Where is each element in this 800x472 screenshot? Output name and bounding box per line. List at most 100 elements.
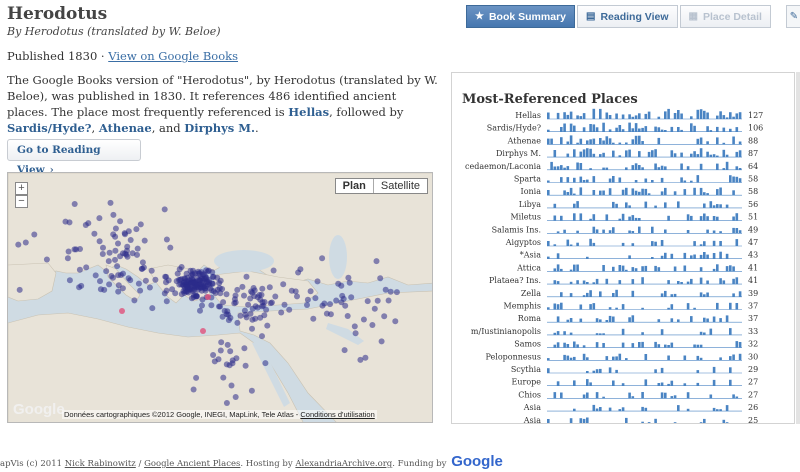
- place-marker[interactable]: [195, 268, 202, 275]
- place-marker[interactable]: [314, 278, 321, 285]
- place-label[interactable]: Plataea? Ins.: [489, 276, 541, 285]
- place-label[interactable]: Roma: [518, 314, 541, 323]
- place-marker[interactable]: [239, 283, 246, 290]
- place-marker[interactable]: [327, 301, 333, 308]
- place-marker[interactable]: [217, 347, 224, 354]
- place-marker[interactable]: [259, 333, 265, 340]
- place-marker[interactable]: [199, 296, 206, 303]
- place-marker[interactable]: [254, 304, 261, 311]
- place-marker[interactable]: [374, 297, 381, 304]
- place-marker[interactable]: [393, 289, 400, 296]
- place-marker[interactable]: [251, 287, 258, 294]
- map-type-plan[interactable]: Plan: [336, 179, 374, 193]
- place-marker[interactable]: [97, 286, 104, 293]
- edit-icon[interactable]: ✎: [786, 5, 800, 28]
- place-marker[interactable]: [304, 302, 310, 308]
- place-label[interactable]: Dirphys M.: [496, 149, 541, 158]
- place-marker[interactable]: [281, 301, 288, 308]
- place-link-dirphys[interactable]: Dirphys M.: [184, 121, 255, 135]
- place-sparkline[interactable]: [547, 148, 742, 158]
- place-marker[interactable]: [294, 293, 300, 300]
- place-marker[interactable]: [202, 285, 208, 292]
- tab-place-detail[interactable]: ▦ Place Detail: [679, 5, 771, 28]
- place-marker[interactable]: [163, 279, 169, 286]
- place-label[interactable]: Hellas: [515, 111, 541, 120]
- place-marker[interactable]: [234, 319, 241, 326]
- place-marker[interactable]: [310, 315, 317, 322]
- place-marker[interactable]: [261, 299, 268, 305]
- place-marker[interactable]: [137, 221, 144, 228]
- place-label[interactable]: Libya: [519, 200, 542, 209]
- place-marker[interactable]: [341, 347, 348, 354]
- place-marker[interactable]: [163, 236, 170, 243]
- place-marker[interactable]: [362, 354, 369, 361]
- place-marker[interactable]: [272, 293, 279, 300]
- place-marker[interactable]: [184, 284, 191, 291]
- place-sparkline[interactable]: [547, 264, 742, 272]
- place-marker[interactable]: [15, 241, 22, 248]
- place-marker[interactable]: [237, 312, 244, 319]
- place-marker[interactable]: [210, 273, 217, 280]
- place-marker[interactable]: [117, 272, 124, 278]
- place-marker[interactable]: [234, 286, 241, 293]
- place-label[interactable]: Salamis Ins.: [492, 225, 541, 234]
- place-marker[interactable]: [190, 386, 197, 393]
- place-marker[interactable]: [278, 309, 285, 316]
- place-sparkline[interactable]: [547, 404, 742, 412]
- place-marker[interactable]: [258, 291, 265, 298]
- place-marker[interactable]: [190, 267, 196, 274]
- place-marker[interactable]: [62, 218, 69, 225]
- place-marker[interactable]: [249, 316, 256, 323]
- place-marker[interactable]: [351, 323, 358, 330]
- place-marker[interactable]: [245, 301, 252, 308]
- place-marker[interactable]: [125, 275, 132, 282]
- place-marker[interactable]: [141, 237, 148, 244]
- place-marker[interactable]: [31, 231, 38, 238]
- place-sparkline[interactable]: [547, 175, 742, 183]
- place-marker[interactable]: [76, 284, 83, 291]
- place-link-athenae[interactable]: Athenae: [99, 121, 152, 135]
- place-marker[interactable]: [333, 297, 340, 304]
- place-marker[interactable]: [178, 264, 185, 270]
- place-marker[interactable]: [127, 237, 134, 243]
- place-marker[interactable]: [181, 290, 188, 296]
- google-books-link[interactable]: View on Google Books: [108, 49, 238, 63]
- place-marker[interactable]: [247, 295, 254, 302]
- place-marker[interactable]: [91, 230, 98, 237]
- place-label[interactable]: Europe: [512, 378, 542, 387]
- place-marker[interactable]: [228, 382, 235, 389]
- google-logo[interactable]: Google: [451, 453, 503, 470]
- place-sparkline[interactable]: [547, 161, 742, 171]
- place-sparkline[interactable]: [547, 341, 742, 348]
- place-marker[interactable]: [223, 361, 230, 368]
- place-marker[interactable]: [369, 322, 376, 328]
- terms-link[interactable]: Conditions d'utilisation: [300, 410, 374, 419]
- place-marker[interactable]: [119, 285, 126, 292]
- place-sparkline[interactable]: [547, 315, 742, 323]
- place-marker[interactable]: [167, 244, 174, 251]
- place-marker[interactable]: [73, 246, 80, 253]
- place-marker[interactable]: [22, 239, 29, 246]
- place-marker[interactable]: [295, 269, 302, 276]
- place-sparkline[interactable]: [547, 201, 742, 209]
- place-sparkline[interactable]: [547, 135, 742, 145]
- place-label[interactable]: Ionia: [521, 187, 542, 196]
- place-marker[interactable]: [183, 278, 190, 285]
- place-label[interactable]: Chios: [518, 390, 541, 399]
- place-marker[interactable]: [288, 287, 295, 294]
- place-marker[interactable]: [364, 298, 371, 305]
- place-marker[interactable]: [106, 281, 113, 288]
- place-label[interactable]: Scythia: [511, 365, 541, 374]
- place-marker[interactable]: [382, 286, 389, 293]
- place-marker[interactable]: [266, 284, 273, 291]
- place-marker[interactable]: [172, 290, 179, 297]
- place-label[interactable]: Peloponnesus: [486, 352, 541, 361]
- place-marker[interactable]: [99, 251, 106, 257]
- place-marker[interactable]: [373, 258, 380, 265]
- place-sparkline[interactable]: [547, 302, 742, 310]
- place-sparkline[interactable]: [547, 328, 742, 336]
- place-sparkline[interactable]: [547, 122, 742, 133]
- place-marker[interactable]: [43, 256, 50, 263]
- place-marker[interactable]: [107, 199, 114, 206]
- place-marker[interactable]: [304, 296, 311, 303]
